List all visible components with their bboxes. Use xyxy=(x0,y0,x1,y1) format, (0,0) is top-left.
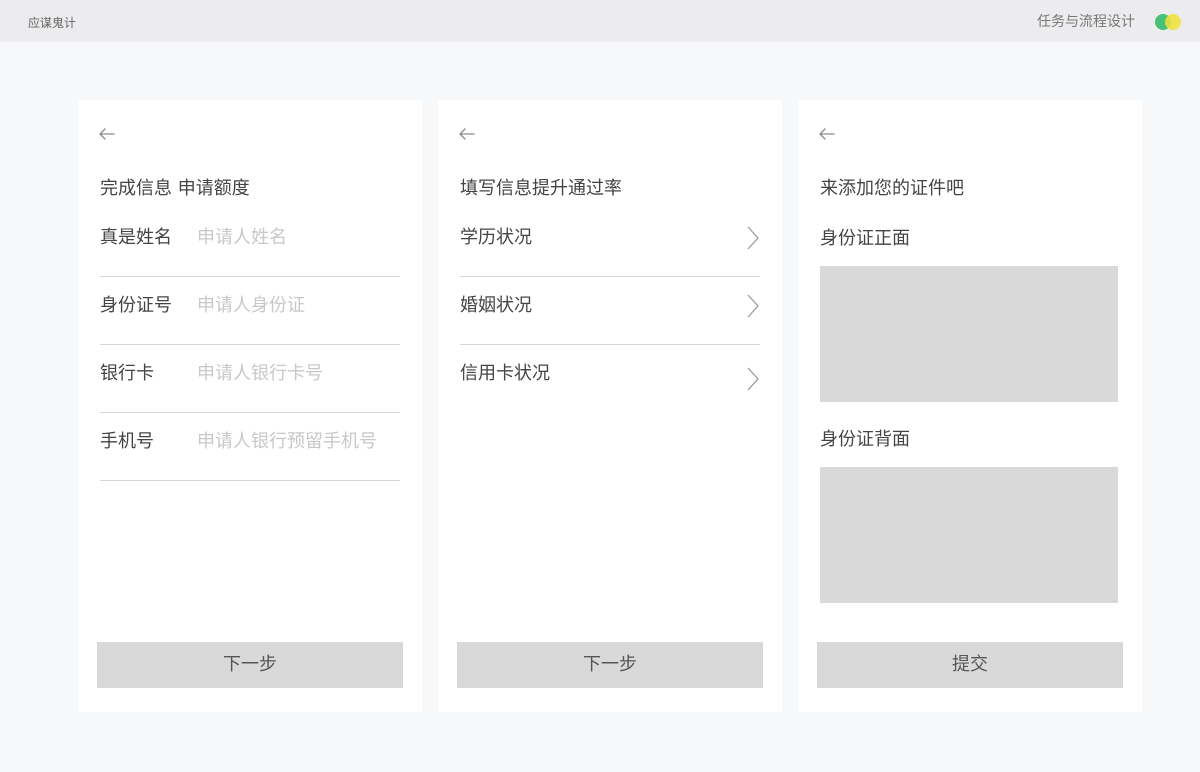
name-field: 真是姓名 xyxy=(100,226,400,277)
app-title: 应谋鬼计 xyxy=(28,16,77,30)
name-label: 真是姓名 xyxy=(100,227,172,248)
yellow-circle-icon xyxy=(1165,14,1181,30)
screen-basic-info: 完成信息 申请额度 真是姓名 身份证号 银行卡 手机号 下一步 xyxy=(78,100,422,712)
arrow-left-icon[interactable] xyxy=(98,126,116,140)
name-input[interactable] xyxy=(197,226,397,250)
id-back-label: 身份证背面 xyxy=(820,429,910,450)
next-button[interactable]: 下一步 xyxy=(457,642,763,688)
marital-status-item[interactable]: 婚姻状况 xyxy=(460,294,760,345)
id-back-upload[interactable] xyxy=(820,467,1118,603)
credit-card-status-label: 信用卡状况 xyxy=(460,363,550,384)
submit-button[interactable]: 提交 xyxy=(817,642,1123,688)
arrow-left-icon[interactable] xyxy=(818,126,836,140)
phone-field: 手机号 xyxy=(100,430,400,481)
education-status-item[interactable]: 学历状况 xyxy=(460,226,760,277)
id-number-input[interactable] xyxy=(197,294,397,318)
screen-extra-info: 填写信息提升通过率 学历状况 婚姻状况 信用卡状况 下一步 xyxy=(438,100,782,712)
id-number-label: 身份证号 xyxy=(100,295,172,316)
screen-id-upload: 来添加您的证件吧 身份证正面 身份证背面 提交 xyxy=(798,100,1142,712)
phone-label: 手机号 xyxy=(100,431,154,452)
phone-input[interactable] xyxy=(197,430,397,454)
bank-card-input[interactable] xyxy=(197,362,397,386)
next-button[interactable]: 下一步 xyxy=(97,642,403,688)
bank-card-field: 银行卡 xyxy=(100,362,400,413)
id-number-field: 身份证号 xyxy=(100,294,400,345)
arrow-left-icon[interactable] xyxy=(458,126,476,140)
id-front-upload[interactable] xyxy=(820,266,1118,402)
chevron-right-icon xyxy=(746,367,760,391)
page-title: 完成信息 申请额度 xyxy=(100,178,250,199)
education-status-label: 学历状况 xyxy=(460,227,532,248)
chevron-right-icon xyxy=(746,294,760,318)
page-title: 填写信息提升通过率 xyxy=(460,178,622,199)
section-title: 任务与流程设计 xyxy=(1037,14,1135,30)
page-title: 来添加您的证件吧 xyxy=(820,178,964,199)
credit-card-status-item[interactable]: 信用卡状况 xyxy=(460,362,760,412)
top-bar: 应谋鬼计 任务与流程设计 xyxy=(0,0,1200,42)
two-circles-logo-icon xyxy=(1155,14,1185,30)
chevron-right-icon xyxy=(746,226,760,250)
bank-card-label: 银行卡 xyxy=(100,363,154,384)
id-front-label: 身份证正面 xyxy=(820,228,910,249)
marital-status-label: 婚姻状况 xyxy=(460,295,532,316)
